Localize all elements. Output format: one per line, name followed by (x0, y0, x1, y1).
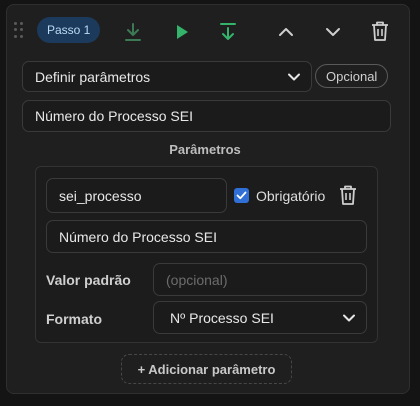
format-select[interactable]: Nº Processo SEI (153, 301, 367, 334)
parameters-title: Parâmetros (169, 142, 241, 157)
param-description-value: Número do Processo SEI (59, 228, 217, 245)
chevron-down-icon (326, 28, 340, 36)
default-value-input[interactable]: (opcional) (153, 263, 367, 296)
drag-handle-icon[interactable] (14, 22, 24, 38)
optional-toggle[interactable]: Opcional (315, 64, 389, 88)
download-icon (125, 23, 141, 41)
step-badge: Passo 1 (37, 17, 101, 43)
trash-icon (372, 21, 388, 41)
format-select-value: Nº Processo SEI (170, 309, 274, 326)
chevron-up-icon (279, 28, 293, 36)
action-select-value: Definir parâmetros (35, 68, 151, 85)
required-checkbox[interactable] (234, 188, 249, 203)
move-down-button[interactable] (319, 18, 347, 46)
default-value-placeholder: (opcional) (166, 271, 228, 288)
checkmark-icon (236, 191, 247, 200)
param-description-input[interactable]: Número do Processo SEI (46, 220, 367, 253)
chevron-down-icon (343, 314, 355, 321)
run-step-button[interactable] (168, 18, 196, 46)
delete-param-button[interactable] (334, 181, 362, 209)
action-select[interactable]: Definir parâmetros (22, 61, 312, 92)
description-input[interactable]: Número do Processo SEI (22, 100, 391, 132)
play-icon (177, 25, 188, 39)
delete-step-button[interactable] (366, 17, 394, 45)
param-name-value: sei_processo (59, 187, 142, 204)
chevron-down-icon (288, 73, 300, 80)
step-into-button[interactable] (214, 18, 242, 46)
format-label: Formato (46, 311, 102, 327)
description-value: Número do Processo SEI (35, 108, 193, 124)
required-label: Obrigatório (256, 188, 326, 204)
step-into-icon (220, 23, 236, 40)
trash-icon (340, 185, 356, 205)
move-up-button[interactable] (272, 18, 300, 46)
param-name-input[interactable]: sei_processo (46, 178, 227, 213)
download-button[interactable] (119, 18, 147, 46)
add-parameter-button[interactable]: + Adicionar parâmetro (121, 354, 292, 384)
default-value-label: Valor padrão (46, 272, 131, 288)
